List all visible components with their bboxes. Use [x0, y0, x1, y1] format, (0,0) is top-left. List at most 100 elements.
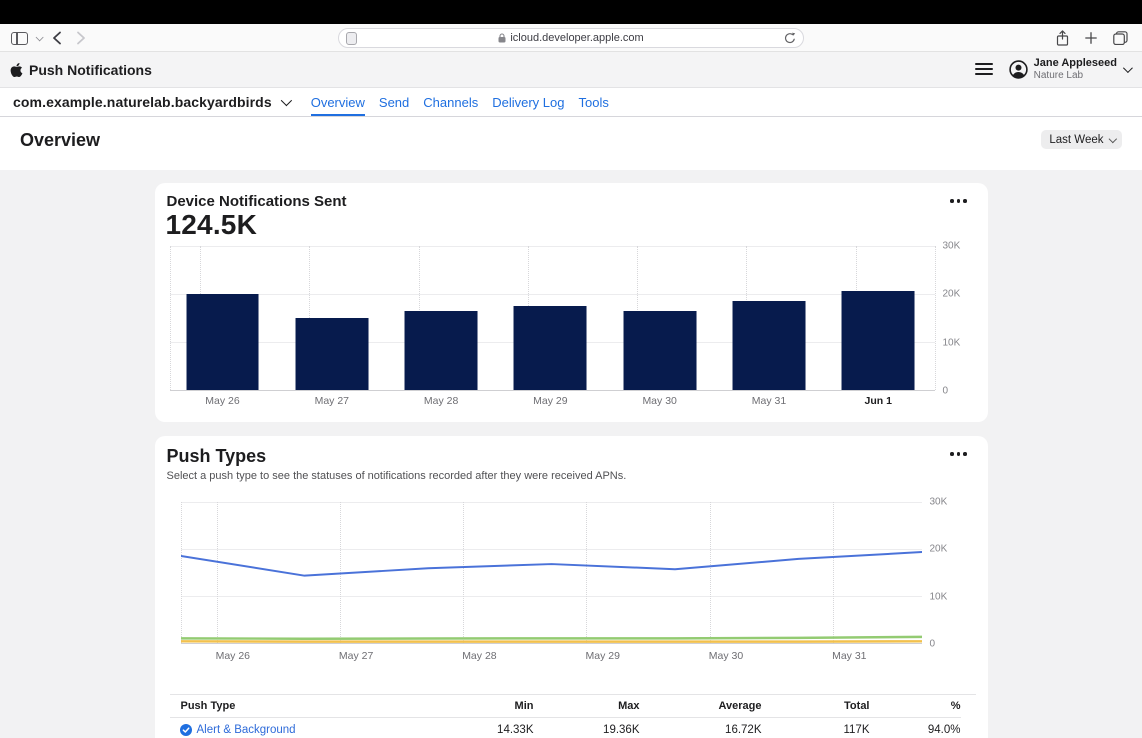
- y-axis-tick: 0: [943, 386, 949, 397]
- page-title: Overview: [20, 130, 100, 151]
- bar-chart-x-axis: May 26May 27May 28May 29May 30May 31Jun …: [170, 395, 935, 409]
- y-axis-tick: 10K: [930, 591, 948, 602]
- push-type-link[interactable]: Alert & Background: [197, 724, 296, 736]
- x-axis-tick: May 30: [642, 395, 676, 407]
- notifications-total: 124.5K: [166, 209, 258, 241]
- line-chart: [181, 502, 922, 644]
- more-options-button[interactable]: [950, 448, 967, 460]
- push-types-card: Push Types Select a push type to see the…: [155, 436, 988, 738]
- more-options-button[interactable]: [950, 195, 967, 207]
- y-axis-tick: 0: [930, 639, 936, 650]
- forward-icon[interactable]: [74, 24, 88, 52]
- bar-chart-y-axis: 010K20K30K: [939, 246, 979, 391]
- bar-May 29[interactable]: [514, 306, 587, 390]
- y-axis-tick: 20K: [930, 544, 948, 555]
- bar-May 30[interactable]: [623, 311, 696, 390]
- app-subnav: com.example.naturelab.backyardbirds Over…: [0, 88, 1142, 117]
- col-max: Max: [534, 695, 640, 717]
- bar-Jun 1[interactable]: [842, 291, 915, 390]
- tab-tools[interactable]: Tools: [578, 88, 608, 116]
- line-chart-y-axis: 010K20K30K: [926, 502, 966, 644]
- chevron-down-icon[interactable]: [1123, 63, 1133, 73]
- cell-total: 117K: [762, 717, 870, 738]
- x-axis-tick: May 31: [832, 650, 866, 662]
- x-axis-tick: May 28: [462, 650, 496, 662]
- card-title: Device Notifications Sent: [167, 193, 347, 210]
- menu-icon[interactable]: [975, 63, 993, 75]
- x-axis-tick: May 29: [586, 650, 620, 662]
- cell-max: 19.36K: [534, 717, 640, 738]
- x-axis-tick: Jun 1: [865, 395, 892, 407]
- cell-min: 14.33K: [434, 717, 534, 738]
- chevron-down-icon[interactable]: [281, 98, 289, 106]
- tab-send[interactable]: Send: [379, 88, 409, 116]
- url-text: icloud.developer.apple.com: [510, 32, 643, 44]
- safari-window: icloud.developer.apple.com Push Notifica…: [0, 0, 1142, 738]
- y-axis-tick: 30K: [943, 241, 961, 252]
- line-series-series-2: [181, 637, 922, 639]
- table-header-row: Push Type Min Max Average Total %: [170, 695, 961, 717]
- gridline: [170, 246, 171, 390]
- col-average: Average: [640, 695, 762, 717]
- x-axis-tick: May 26: [205, 395, 239, 407]
- bar-May 27[interactable]: [295, 318, 368, 390]
- x-axis-tick: May 28: [424, 395, 458, 407]
- user-name: Jane Appleseed: [1034, 57, 1117, 70]
- x-axis-tick: May 31: [752, 395, 786, 407]
- line-series-Alert & Background: [181, 552, 922, 576]
- user-org: Nature Lab: [1034, 70, 1117, 82]
- user-menu[interactable]: Jane Appleseed Nature Lab: [1034, 57, 1117, 81]
- col-push-type: Push Type: [170, 695, 434, 717]
- nav-tabs: Overview Send Channels Delivery Log Tool…: [311, 88, 609, 116]
- page-content: Device Notifications Sent 124.5K May 26M…: [0, 170, 1142, 738]
- check-circle-icon[interactable]: [180, 724, 192, 736]
- app-title: Push Notifications: [29, 62, 152, 78]
- bundle-id-selector[interactable]: com.example.naturelab.backyardbirds: [13, 94, 272, 110]
- lock-icon: [498, 33, 506, 43]
- avatar[interactable]: [1009, 60, 1028, 79]
- x-axis-tick: May 27: [315, 395, 349, 407]
- x-axis-tick: May 30: [709, 650, 743, 662]
- line-chart-x-axis: May 26 May 27 May 28 May 29 May 30 May 31: [181, 650, 922, 664]
- tab-overview[interactable]: Overview: [311, 88, 365, 116]
- app-header: Push Notifications Jane Appleseed Nature…: [0, 52, 1142, 88]
- tab-delivery-log[interactable]: Delivery Log: [492, 88, 564, 116]
- y-axis-tick: 10K: [943, 337, 961, 348]
- push-types-table: Push Type Min Max Average Total %: [170, 694, 976, 738]
- page-header: Overview Last Week: [0, 117, 1142, 170]
- x-axis-tick: May 27: [339, 650, 373, 662]
- tab-overview-icon[interactable]: [1113, 31, 1128, 45]
- apple-logo-icon: [10, 62, 23, 78]
- col-total: Total: [762, 695, 870, 717]
- bar-May 26[interactable]: [186, 294, 259, 390]
- browser-toolbar: icloud.developer.apple.com: [0, 24, 1142, 52]
- reload-icon[interactable]: [784, 32, 796, 50]
- new-tab-icon[interactable]: [1085, 32, 1097, 44]
- bar-chart: [170, 246, 935, 391]
- col-min: Min: [434, 695, 534, 717]
- gridline: [170, 294, 935, 295]
- bar-May 28[interactable]: [405, 311, 478, 390]
- share-icon[interactable]: [1056, 30, 1069, 46]
- cell-average: 16.72K: [640, 717, 762, 738]
- chevron-down-icon: [1108, 135, 1116, 143]
- y-axis-tick: 30K: [930, 497, 948, 508]
- sidebar-toggle-icon[interactable]: [8, 24, 30, 52]
- date-range-label: Last Week: [1049, 134, 1103, 146]
- back-icon[interactable]: [50, 24, 64, 52]
- tab-channels[interactable]: Channels: [423, 88, 478, 116]
- x-axis-tick: May 26: [216, 650, 250, 662]
- gridline: [935, 246, 936, 390]
- date-range-button[interactable]: Last Week: [1041, 130, 1122, 149]
- card-title: Push Types: [167, 446, 267, 467]
- chevron-down-icon[interactable]: [32, 24, 44, 52]
- reader-icon[interactable]: [346, 32, 357, 45]
- bar-May 31[interactable]: [732, 301, 805, 390]
- y-axis-tick: 20K: [943, 289, 961, 300]
- device-notifications-card: Device Notifications Sent 124.5K May 26 M…: [155, 183, 988, 422]
- col-percent: %: [870, 695, 961, 717]
- address-bar[interactable]: icloud.developer.apple.com: [338, 28, 804, 48]
- gridline: [170, 246, 935, 247]
- card-subtitle: Select a push type to see the statuses o…: [167, 470, 627, 482]
- cell-percent: 94.0%: [870, 717, 961, 738]
